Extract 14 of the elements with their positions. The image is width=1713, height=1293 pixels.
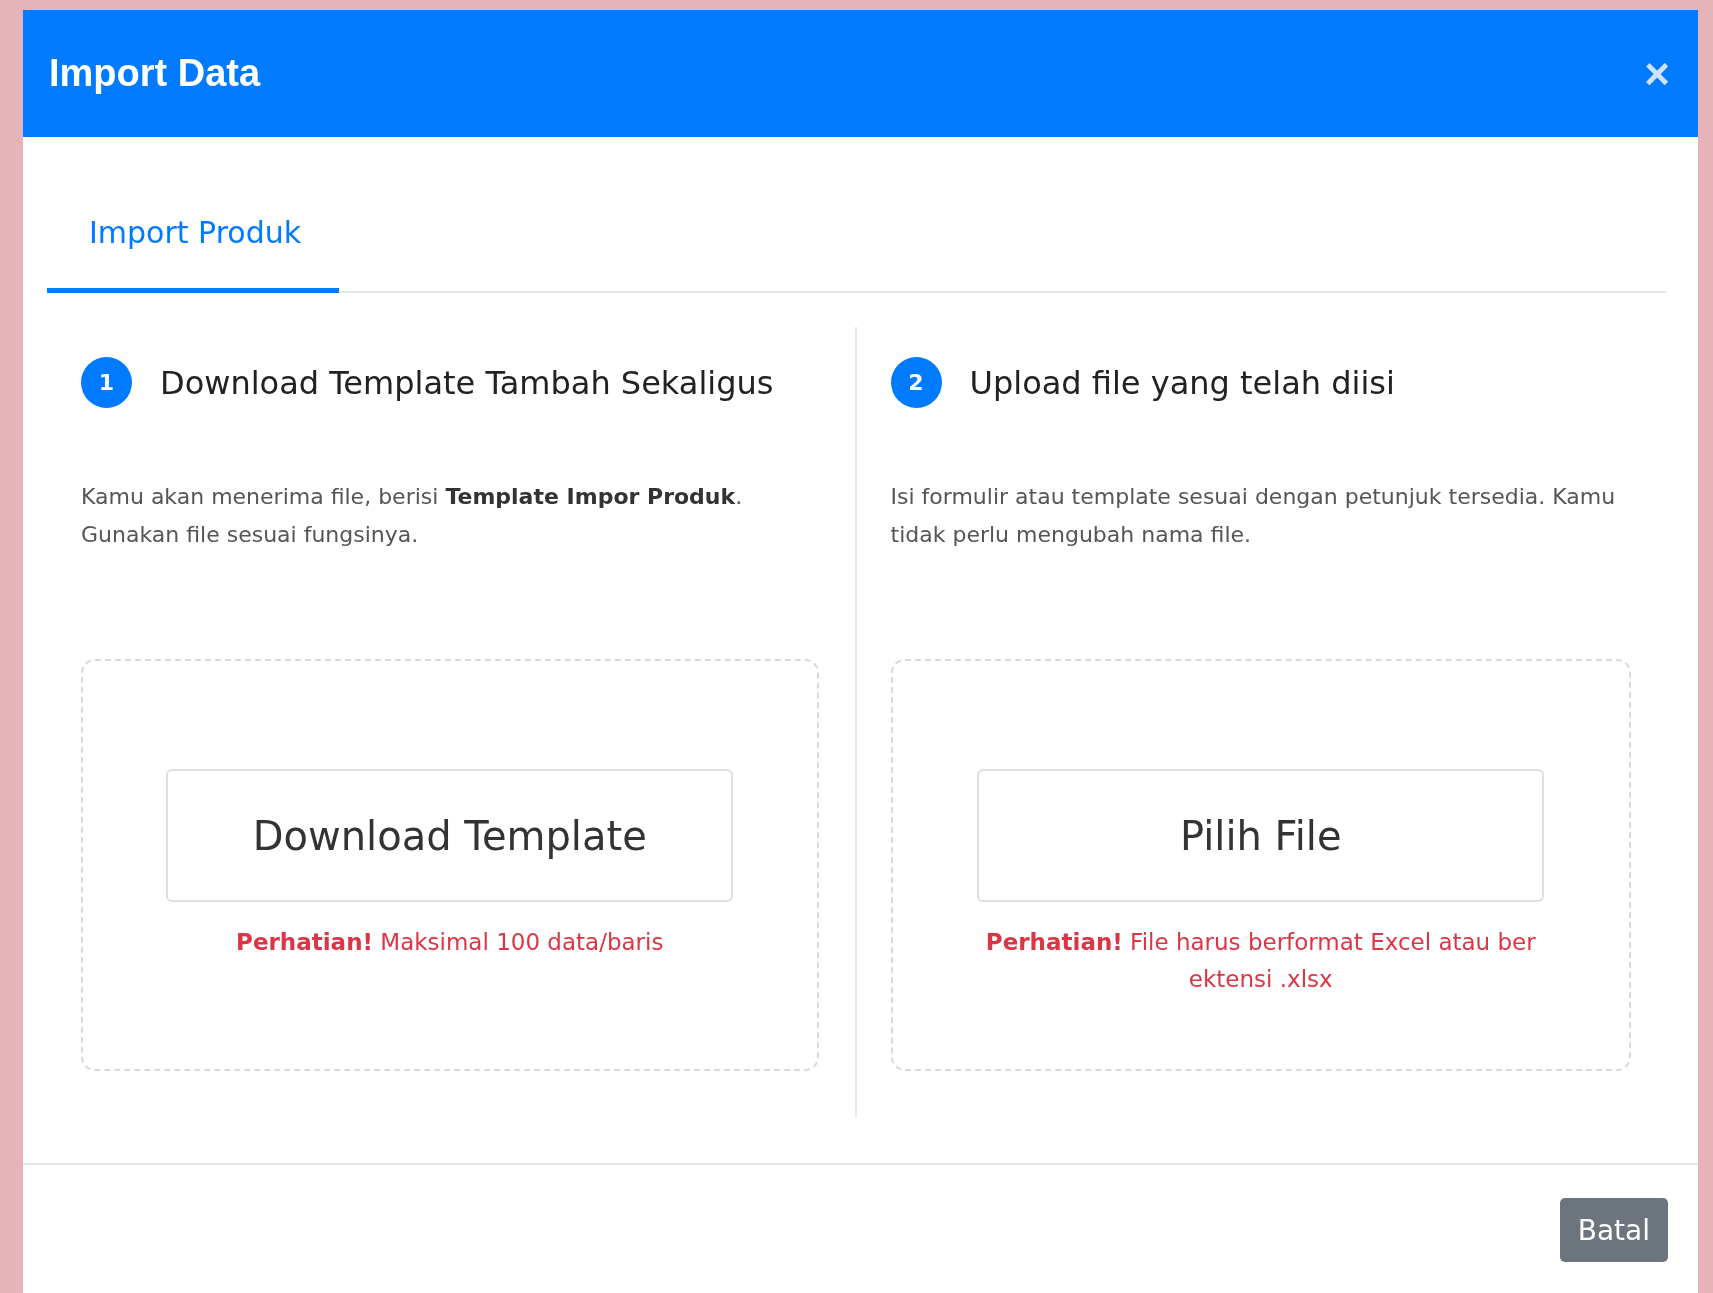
step-description: Isi formulir atau template sesuai dengan petunjuk tersedia. Kamu tidak perlu mengubah nama file. — [890, 483, 1617, 549]
warning-text: Perhatian! File harus berformat Excel atau ber ektensi .xlsx — [984, 928, 1537, 994]
step-title: Upload file yang telah diisi — [969, 363, 1395, 402]
modal-title: Import Data — [49, 52, 261, 95]
download-button[interactable]: Download Template — [166, 769, 734, 902]
step-title: Download Template Tambah Sekaligus — [160, 363, 774, 402]
tab[interactable]: Import Produk — [47, 187, 340, 293]
step-number: 2 — [890, 357, 942, 408]
warning-text: Perhatian! Maksimal 100 data/baris — [236, 928, 664, 957]
cancel-button[interactable]: Batal — [1559, 1198, 1668, 1262]
close-button[interactable]: × — [1644, 51, 1670, 96]
step-description: Kamu akan menerima file, berisi Template Impor Produk. Gunakan file sesuai fungsinya. — [81, 483, 744, 549]
choose-file-button[interactable]: Pilih File — [977, 769, 1545, 902]
step-number: 1 — [81, 357, 132, 408]
